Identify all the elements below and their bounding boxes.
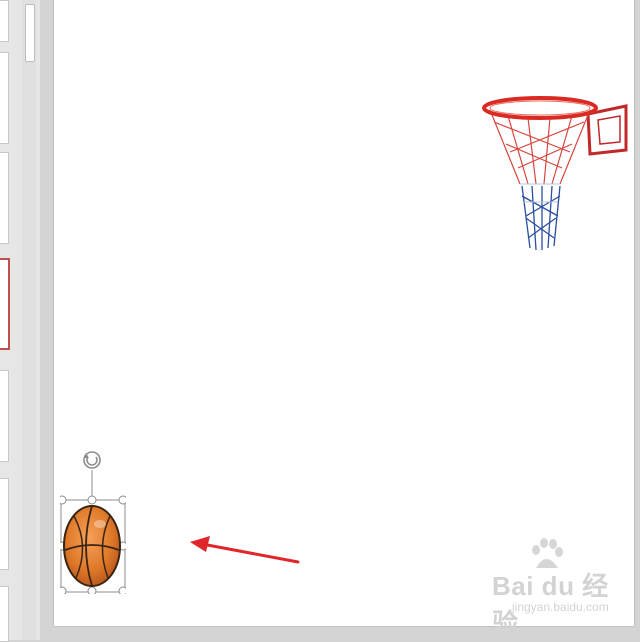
slide-thumbnail-2[interactable] [0, 52, 9, 144]
slide-thumbnail-1[interactable] [0, 0, 9, 42]
slide-thumbnail-7[interactable] [0, 586, 9, 642]
baidu-watermark: Bai du 经验 jingyan.baidu.com [486, 538, 616, 638]
watermark-url: jingyan.baidu.com [512, 600, 609, 614]
slide-thumbnail-pane [0, 0, 40, 642]
thumbnail-scrollbar-handle[interactable] [25, 4, 35, 62]
basketball-image[interactable] [60, 500, 124, 592]
slide-thumbnail-4[interactable] [0, 258, 10, 350]
slide-thumbnail-6[interactable] [0, 478, 9, 570]
rotate-handle-icon[interactable] [83, 451, 101, 469]
basketball-hoop-image[interactable] [480, 92, 630, 254]
thumbnail-scrollbar[interactable] [22, 0, 36, 640]
red-arrow [190, 536, 300, 564]
slide-thumbnail-5[interactable] [0, 370, 9, 462]
slide-thumbnail-3[interactable] [0, 152, 9, 244]
